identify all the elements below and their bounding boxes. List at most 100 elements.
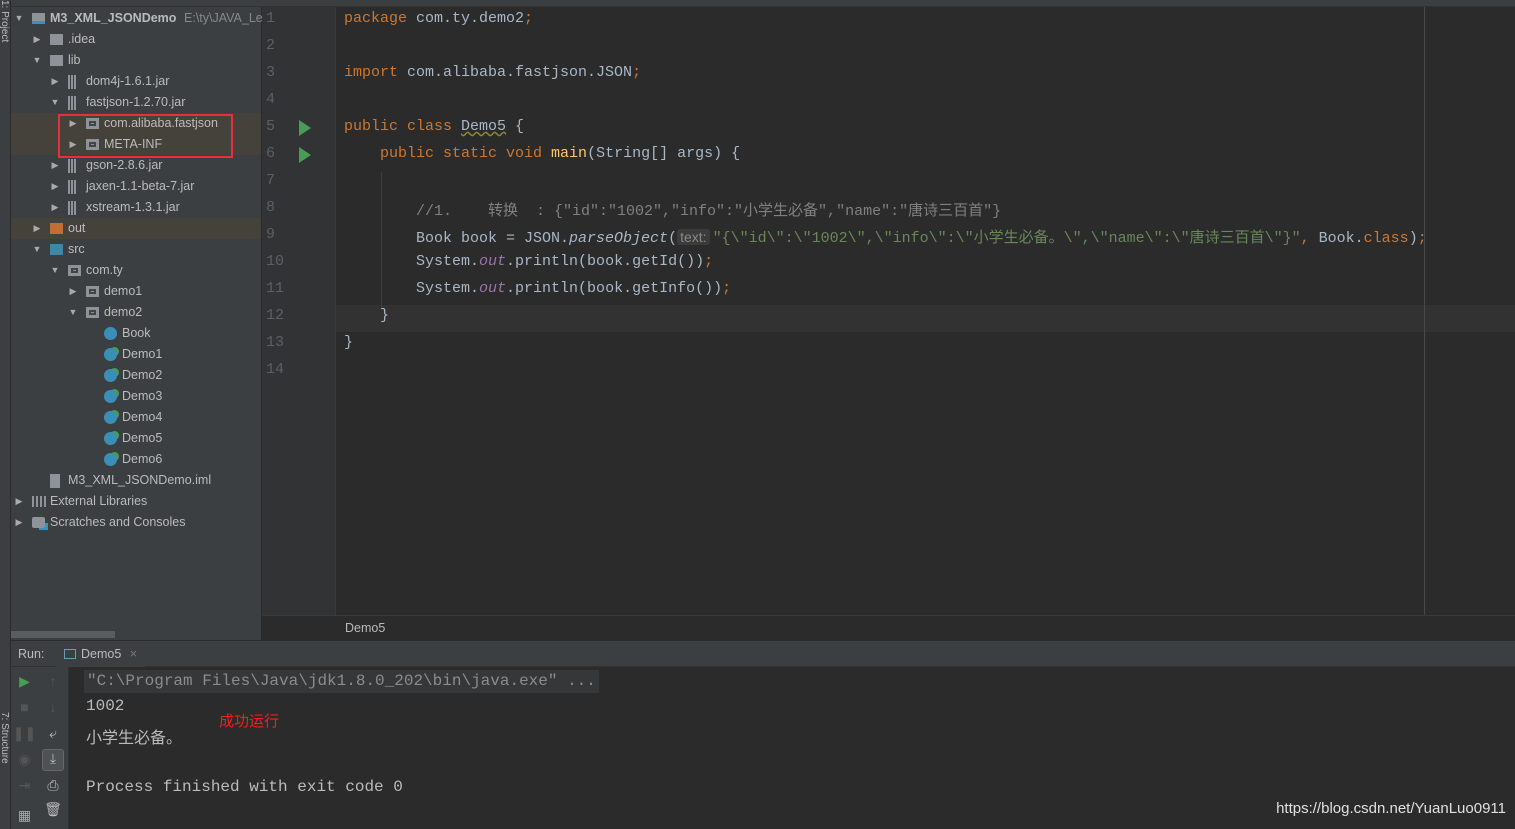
line-number: 2 <box>266 37 276 54</box>
package-icon <box>68 265 81 276</box>
print-icon[interactable]: ⎙ <box>38 777 68 794</box>
expand-arrow-icon[interactable]: ▶ <box>50 176 60 197</box>
tree-item[interactable]: ▶ dom4j-1.6.1.jar <box>11 71 261 92</box>
tree-item-label: Demo5 <box>122 431 163 445</box>
down-arrow-icon[interactable]: ↓ <box>38 699 68 715</box>
code-token: .println(book.getId()) <box>506 253 705 270</box>
expand-arrow-icon[interactable]: ▶ <box>14 491 24 512</box>
tree-item-label: out <box>68 221 86 235</box>
code-token: main <box>551 145 588 162</box>
class-icon <box>104 327 117 340</box>
close-icon[interactable]: × <box>130 647 137 661</box>
expand-arrow-icon[interactable]: ▶ <box>50 71 60 92</box>
collapse-arrow-icon[interactable]: ▼ <box>50 92 60 113</box>
expand-arrow-icon[interactable]: ▶ <box>32 218 42 239</box>
tree-item[interactable]: ▶ .idea <box>11 29 261 50</box>
tree-item[interactable]: ▼ src <box>11 239 261 260</box>
code-token: Book. <box>1318 230 1364 247</box>
collapse-arrow-icon[interactable]: ▼ <box>14 8 24 29</box>
collapse-arrow-icon[interactable]: ▼ <box>32 239 42 260</box>
code-line: } <box>344 307 389 324</box>
run-gutter-icon[interactable] <box>299 120 311 136</box>
tree-item[interactable]: ▶ jaxen-1.1-beta-7.jar <box>11 176 261 197</box>
watermark: https://blog.csdn.net/YuanLuo0911 <box>1276 800 1506 817</box>
tree-item[interactable]: Book <box>11 323 261 344</box>
expand-arrow-icon[interactable]: ▶ <box>50 155 60 176</box>
tree-item-label: jaxen-1.1-beta-7.jar <box>86 179 195 193</box>
tree-item[interactable]: ▼ lib <box>11 50 261 71</box>
tree-item[interactable]: ▼ M3_XML_JSONDemo E:\ty\JAVA_Le <box>11 8 263 29</box>
tree-item[interactable]: ▼ com.ty <box>11 260 261 281</box>
expand-arrow-icon[interactable]: ▶ <box>14 512 24 533</box>
code-token: (String[] args) { <box>587 145 741 162</box>
tree-item-label: External Libraries <box>50 494 148 508</box>
expand-arrow-icon[interactable]: ▶ <box>68 281 78 302</box>
tree-item[interactable]: ▶ xstream-1.3.1.jar <box>11 197 261 218</box>
tree-item[interactable]: ▶ gson-2.8.6.jar <box>11 155 261 176</box>
editor-tabs-bar[interactable] <box>0 0 1515 7</box>
run-tab-demo5[interactable]: Demo5 × <box>56 641 146 667</box>
tree-item-label: Demo3 <box>122 389 163 403</box>
tree-item[interactable]: Demo6 <box>11 449 261 470</box>
tree-item-label: Demo2 <box>122 368 163 382</box>
tree-item[interactable]: ▼ demo2 <box>11 302 261 323</box>
trash-icon[interactable]: 🗑 <box>38 801 68 818</box>
tree-item-label: Demo6 <box>122 452 163 466</box>
code-token: out <box>479 253 507 270</box>
tree-item[interactable]: ▶ External Libraries <box>11 491 261 512</box>
code-token: class <box>1363 230 1409 247</box>
exit-icon[interactable]: ⇥ <box>11 777 38 794</box>
tree-item-label: xstream-1.3.1.jar <box>86 200 180 214</box>
tree-item[interactable]: Demo2 <box>11 365 261 386</box>
tree-item[interactable]: M3_XML_JSONDemo.iml <box>11 470 261 491</box>
tree-item[interactable]: Demo4 <box>11 407 261 428</box>
expand-arrow-icon[interactable]: ▶ <box>32 29 42 50</box>
expand-arrow-icon[interactable]: ▶ <box>50 197 60 218</box>
tree-item-label: gson-2.8.6.jar <box>86 158 163 172</box>
code-token: //1. 转换 : {"id":"1002","info":"小学生必备","n… <box>344 203 1002 220</box>
up-arrow-icon[interactable]: ↑ <box>38 673 68 689</box>
code-token: out <box>479 280 507 297</box>
tree-item[interactable]: ▶ out <box>11 218 261 239</box>
code-line: package com.ty.demo2; <box>344 10 533 27</box>
output-folder-icon <box>50 223 63 234</box>
code-token: .println(book.getInfo()) <box>506 280 723 297</box>
code-token: ) <box>1408 230 1418 247</box>
code-token: "{\"id\":\"1002\",\"info\":\"小学生必备。\",\"… <box>712 230 1301 247</box>
rerun-icon[interactable]: ▶ <box>11 673 38 690</box>
breadcrumb-item[interactable]: Demo5 <box>345 621 385 635</box>
project-horizontal-scrollbar[interactable] <box>11 631 115 638</box>
pause-icon[interactable]: ❚❚ <box>11 725 38 742</box>
collapse-arrow-icon[interactable]: ▼ <box>68 302 78 323</box>
tree-item[interactable]: Demo1 <box>11 344 261 365</box>
line-number: 14 <box>266 361 285 378</box>
folder-icon <box>50 34 63 45</box>
code-line: System.out.println(book.getInfo()); <box>344 280 731 297</box>
tree-item[interactable]: ▶ Scratches and Consoles <box>11 512 261 533</box>
jar-icon <box>68 180 76 194</box>
layout-icon[interactable]: ▦ <box>11 807 38 824</box>
collapse-arrow-icon[interactable]: ▼ <box>32 50 42 71</box>
console-icon <box>64 649 76 659</box>
line-number: 9 <box>266 226 276 243</box>
tree-item[interactable]: ▶ demo1 <box>11 281 261 302</box>
runnable-class-icon <box>104 390 117 403</box>
code-token: package <box>344 10 417 27</box>
line-number: 1 <box>266 10 276 27</box>
collapse-arrow-icon[interactable]: ▼ <box>50 260 60 281</box>
soft-wrap-icon[interactable]: ⤶ <box>38 725 68 742</box>
tree-item[interactable]: Demo5 <box>11 428 261 449</box>
stop-icon[interactable]: ■ <box>11 699 38 715</box>
code-token: ; <box>632 64 642 81</box>
runnable-class-icon <box>104 411 117 424</box>
camera-icon[interactable]: ◉ <box>11 751 38 768</box>
run-gutter-icon[interactable] <box>299 147 311 163</box>
structure-tool-button[interactable]: 7: Structure <box>0 712 10 764</box>
success-annotation: 成功运行 <box>219 713 280 730</box>
tree-item[interactable]: Demo3 <box>11 386 261 407</box>
project-path: E:\ty\JAVA_Le <box>184 11 263 25</box>
tree-item[interactable]: ▼ fastjson-1.2.70.jar <box>11 92 261 113</box>
scroll-to-end-icon[interactable]: ⤓ <box>42 749 64 771</box>
tree-item-label: demo2 <box>104 305 143 319</box>
project-tool-button[interactable]: 1: Project <box>0 0 10 42</box>
